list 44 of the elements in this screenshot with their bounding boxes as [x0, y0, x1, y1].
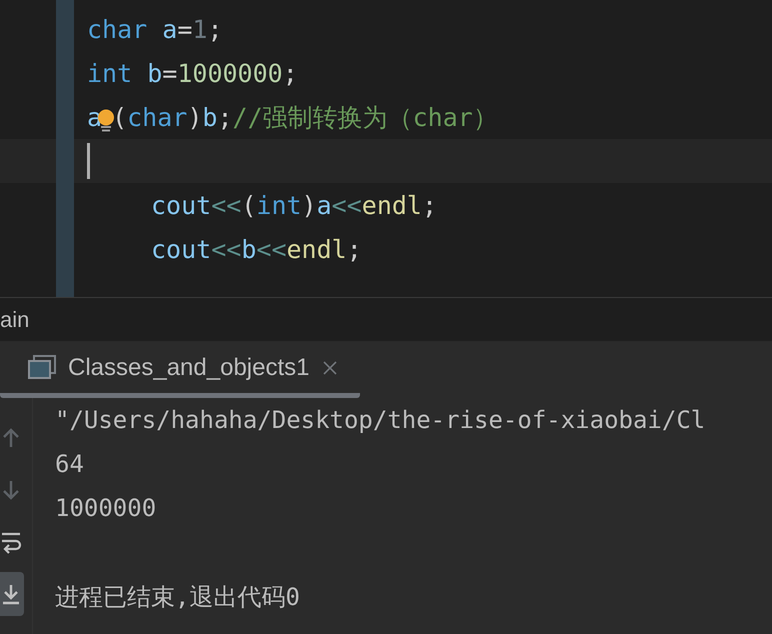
- code-token: ): [187, 104, 202, 130]
- code-token: int: [256, 192, 302, 218]
- code-token: endl: [286, 236, 347, 262]
- output-line: 64: [55, 449, 85, 480]
- down-arrow-icon: [0, 478, 22, 502]
- code-token: 1000000: [177, 60, 283, 86]
- code-token: ;: [282, 60, 298, 86]
- code-token: int: [87, 60, 134, 86]
- code-token: char: [127, 104, 188, 130]
- code-token: <<: [256, 236, 286, 262]
- scroll-to-end-button[interactable]: [0, 572, 24, 616]
- code-token: (: [241, 192, 256, 218]
- code-token: (: [112, 104, 128, 130]
- code-token: cout: [151, 192, 212, 218]
- code-token: <<: [211, 236, 242, 262]
- run-tab[interactable]: Classes_and_objects1: [0, 348, 360, 398]
- code-token: =: [162, 60, 178, 86]
- close-icon[interactable]: [322, 360, 338, 376]
- code-token: char: [87, 16, 148, 42]
- code-token: b: [147, 60, 162, 86]
- wrap-icon: [0, 530, 22, 554]
- code-token: =: [177, 16, 192, 42]
- command-line: "/Users/hahaha/Desktop/the-rise-of-xiaobai/Cl: [55, 405, 706, 436]
- text-cursor: [87, 143, 90, 179]
- breadcrumb[interactable]: ain: [0, 306, 30, 332]
- console-window-icon: [28, 354, 56, 380]
- code-token: b: [202, 104, 218, 130]
- code-token: <<: [332, 192, 362, 218]
- code-token: 1: [192, 16, 208, 42]
- download-arrow-icon: [0, 582, 22, 606]
- code-token: ;: [346, 236, 362, 262]
- code-token: a: [316, 192, 332, 218]
- code-token: //强制转换为（char）: [232, 104, 498, 130]
- code-token: b: [241, 236, 256, 262]
- code-token: ): [302, 192, 317, 218]
- code-token: <<: [211, 192, 242, 218]
- code-token: ;: [422, 192, 438, 218]
- code-token: a: [162, 16, 178, 42]
- exit-message: 进程已结束,退出代码0: [55, 582, 301, 613]
- code-token: endl: [362, 192, 422, 218]
- output-line: 1000000: [55, 493, 158, 524]
- code-token: cout: [151, 236, 212, 262]
- code-token: ;: [217, 104, 233, 130]
- code-token: ;: [207, 16, 223, 42]
